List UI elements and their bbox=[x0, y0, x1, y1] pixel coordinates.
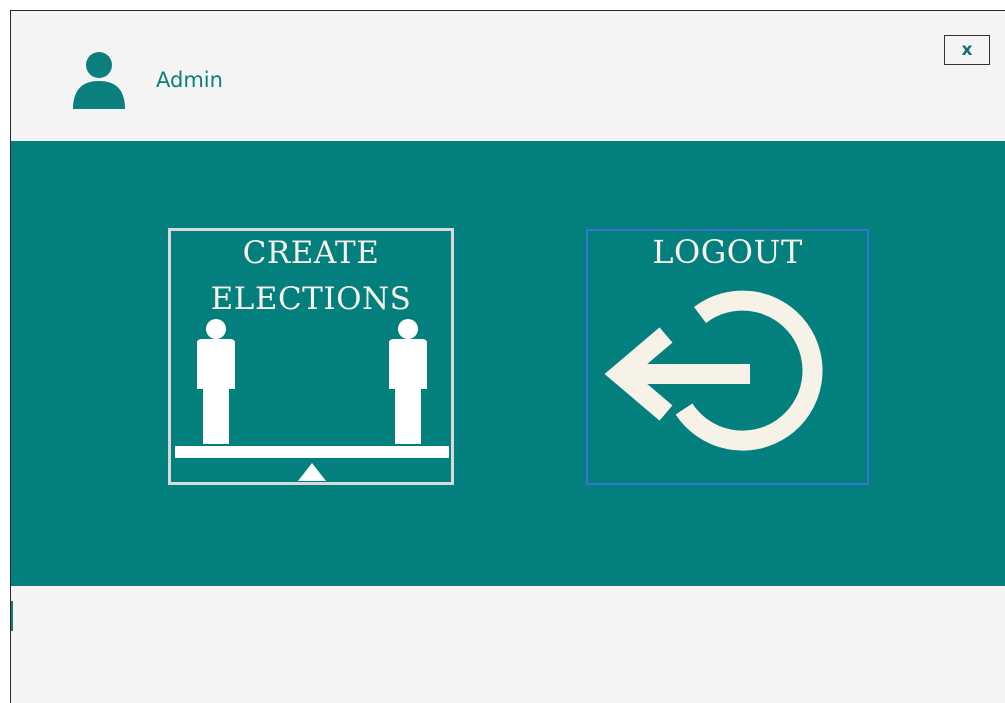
main-panel: CREATE ELECTIONS LOGOUT bbox=[11, 141, 1005, 586]
create-elections-button[interactable]: CREATE ELECTIONS bbox=[168, 228, 454, 485]
people-balance-icon bbox=[175, 319, 449, 481]
left-edge-accent bbox=[11, 601, 13, 631]
logout-button[interactable]: LOGOUT bbox=[586, 229, 869, 485]
user-name-label: Admin bbox=[156, 68, 223, 92]
close-button[interactable]: x bbox=[944, 35, 990, 65]
header-bar: Admin x bbox=[11, 11, 1005, 141]
admin-window: Admin x CREATE ELECTIONS LOGOUT bbox=[10, 10, 1005, 703]
close-icon: x bbox=[961, 40, 973, 60]
user-icon bbox=[73, 52, 125, 109]
logout-arrow-icon bbox=[604, 290, 823, 451]
